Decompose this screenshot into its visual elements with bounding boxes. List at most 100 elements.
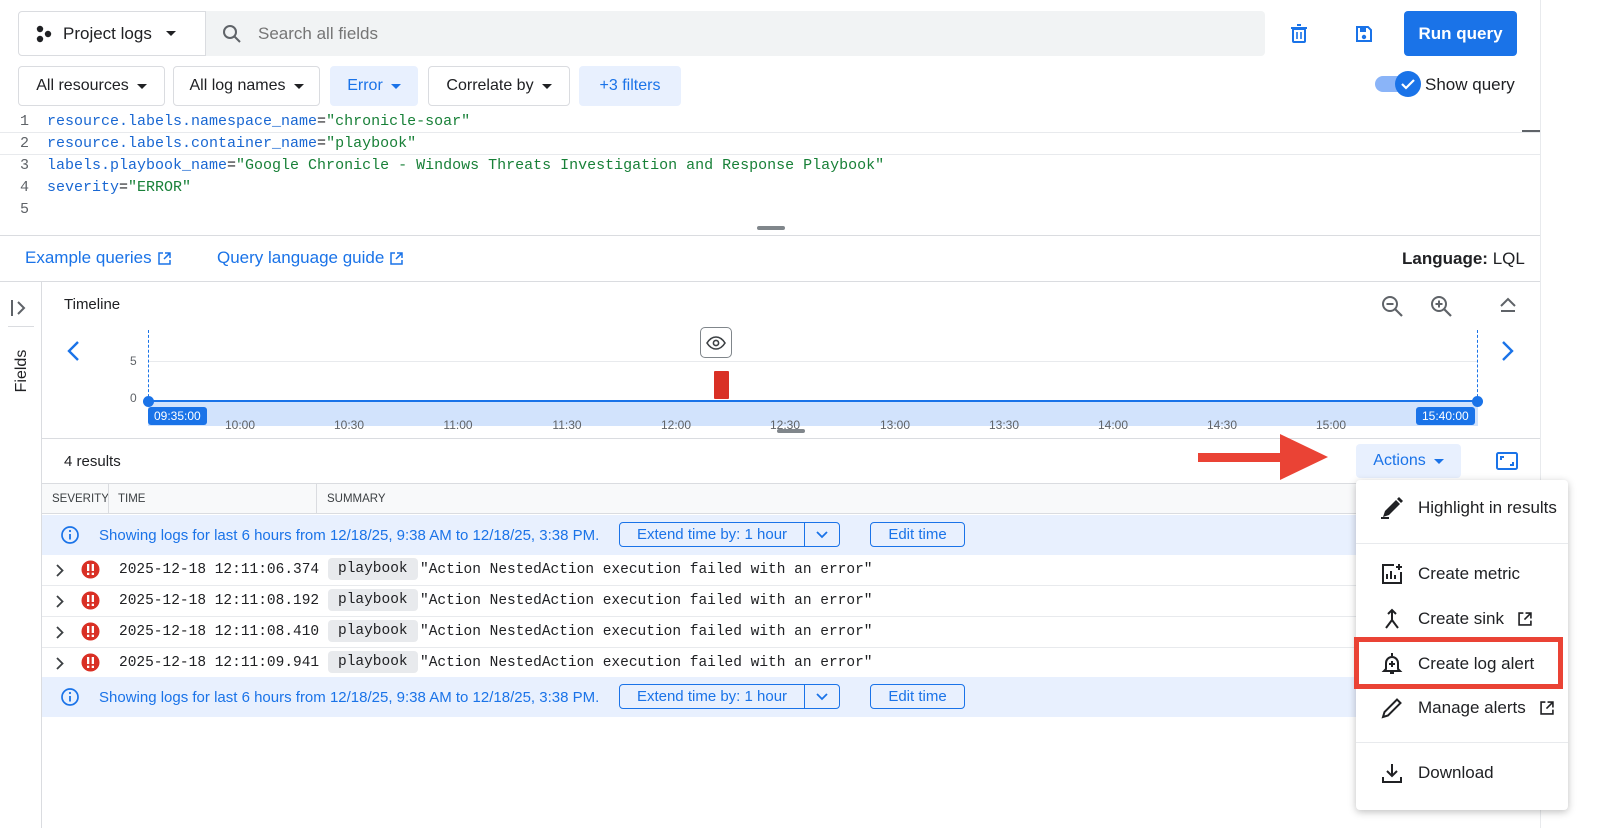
log-timestamp: 2025-12-18 12:11:09.941 <box>119 655 320 671</box>
log-tag[interactable]: playbook <box>328 651 418 673</box>
actions-button[interactable]: Actions <box>1356 444 1461 478</box>
editor-resize-handle[interactable] <box>757 226 785 230</box>
timeline-resize-handle[interactable] <box>777 429 805 433</box>
table-row[interactable]: 2025-12-18 12:11:09.941 playbook "Action… <box>42 648 1382 679</box>
log-summary: "Action NestedAction execution failed wi… <box>420 593 873 609</box>
menu-item-highlight[interactable]: Highlight in results <box>1380 496 1557 520</box>
column-header-time[interactable]: TIME <box>118 493 145 505</box>
expand-row-icon[interactable] <box>56 626 64 639</box>
zoom-out-icon[interactable] <box>1380 294 1404 318</box>
fields-sidebar[interactable]: Fields <box>0 282 42 828</box>
query-line: 1 resource.labels.namespace_name = "chroni… <box>20 113 471 130</box>
show-query-toggle[interactable] <box>1375 70 1421 97</box>
log-names-filter[interactable]: All log names <box>173 66 320 106</box>
extend-time-dropdown[interactable] <box>804 684 840 709</box>
expand-row-icon[interactable] <box>56 657 64 670</box>
collapse-timeline-icon[interactable] <box>1498 295 1518 315</box>
search-input[interactable] <box>258 23 1158 44</box>
chevron-down-icon <box>293 83 304 89</box>
chevron-down-icon <box>136 83 147 89</box>
table-row[interactable]: 2025-12-18 12:11:06.374 playbook "Action… <box>42 555 1382 586</box>
fullscreen-icon[interactable] <box>1496 452 1518 470</box>
menu-item-create-sink[interactable]: Create sink <box>1380 607 1532 631</box>
log-tag[interactable]: playbook <box>328 589 418 611</box>
error-severity-icon <box>81 560 100 579</box>
x-tick-label: 14:00 <box>1097 418 1129 432</box>
edit-time-button[interactable]: Edit time <box>870 522 965 547</box>
table-row[interactable]: 2025-12-18 12:11:08.192 playbook "Action… <box>42 586 1382 617</box>
extend-time-dropdown[interactable] <box>804 522 840 547</box>
range-start-line <box>148 330 149 402</box>
external-link-icon <box>1540 701 1554 715</box>
more-filters-button[interactable]: +3 filters <box>579 66 681 106</box>
menu-item-create-log-alert[interactable]: Create log alert <box>1380 652 1534 676</box>
pen-icon <box>1380 496 1404 520</box>
table-row[interactable]: 2025-12-18 12:11:08.410 playbook "Action… <box>42 617 1382 648</box>
check-icon <box>1395 71 1421 97</box>
pencil-icon <box>1380 696 1404 720</box>
chevron-down-icon <box>541 83 552 89</box>
query-language-guide-link[interactable]: Query language guide <box>217 248 404 268</box>
chevron-down-icon <box>816 692 828 701</box>
log-tag[interactable]: playbook <box>328 558 418 580</box>
range-start-label: 09:35:00 <box>148 407 207 425</box>
run-query-button[interactable]: Run query <box>1404 11 1517 56</box>
expand-row-icon[interactable] <box>56 564 64 577</box>
search-icon <box>222 24 242 44</box>
x-tick-label: 10:00 <box>224 418 256 432</box>
log-summary: "Action NestedAction execution failed wi… <box>420 624 873 640</box>
scope-selector[interactable]: Project logs <box>18 11 206 56</box>
menu-item-label: Create sink <box>1418 609 1504 628</box>
menu-item-label: Manage alerts <box>1418 698 1526 717</box>
extend-time-button[interactable]: Extend time by: 1 hour <box>619 684 805 709</box>
edit-time-button[interactable]: Edit time <box>870 684 965 709</box>
fields-label[interactable]: Fields <box>13 341 31 401</box>
save-icon[interactable] <box>1355 25 1373 43</box>
query-guide-label: Query language guide <box>217 248 385 267</box>
correlate-filter[interactable]: Correlate by <box>428 66 570 106</box>
range-end-handle[interactable] <box>1472 396 1483 407</box>
timeline-axis <box>148 400 1478 402</box>
error-severity-icon <box>81 591 100 610</box>
metric-icon <box>1380 562 1404 586</box>
x-tick-label: 15:00 <box>1315 418 1347 432</box>
resources-filter[interactable]: All resources <box>18 66 165 106</box>
results-count: 4 results <box>64 453 121 470</box>
error-severity-icon <box>81 653 100 672</box>
menu-item-manage-alerts[interactable]: Manage alerts <box>1380 696 1554 720</box>
menu-item-download[interactable]: Download <box>1380 761 1494 785</box>
example-queries-link[interactable]: Example queries <box>25 248 171 268</box>
divider <box>0 281 1540 282</box>
expand-row-icon[interactable] <box>56 595 64 608</box>
extend-time-button[interactable]: Extend time by: 1 hour <box>619 522 805 547</box>
chevron-down-icon <box>165 31 176 36</box>
error-severity-icon <box>81 622 100 641</box>
column-header-severity[interactable]: SEVERITY <box>52 493 109 505</box>
peek-marker[interactable] <box>700 327 732 358</box>
x-tick-label: 14:30 <box>1206 418 1238 432</box>
chevron-down-icon <box>816 530 828 539</box>
x-tick-label: 12:00 <box>660 418 692 432</box>
column-header-summary[interactable]: SUMMARY <box>327 493 386 505</box>
menu-item-create-metric[interactable]: Create metric <box>1380 562 1520 586</box>
resources-filter-label: All resources <box>36 77 129 94</box>
query-editor[interactable]: 1 resource.labels.namespace_name = "chroni… <box>0 110 1540 236</box>
info-text: Showing logs for last 6 hours from 12/18… <box>99 526 600 544</box>
info-text: Showing logs for last 6 hours from 12/18… <box>99 688 600 706</box>
range-end-line <box>1477 330 1478 402</box>
search-bar[interactable] <box>206 11 1265 56</box>
timeline-prev-icon[interactable] <box>65 340 81 362</box>
zoom-in-icon[interactable] <box>1429 294 1453 318</box>
range-start-handle[interactable] <box>143 396 154 407</box>
severity-filter[interactable]: Error <box>330 66 418 106</box>
download-icon <box>1380 761 1404 785</box>
merge-icon <box>1380 607 1404 631</box>
log-tag[interactable]: playbook <box>328 620 418 642</box>
timeline-next-icon[interactable] <box>1500 340 1516 362</box>
histogram-bar[interactable] <box>714 371 729 399</box>
project-icon <box>35 25 53 43</box>
chevron-down-icon <box>390 83 401 89</box>
delete-icon[interactable] <box>1290 24 1308 44</box>
expand-sidebar-icon[interactable] <box>10 299 30 317</box>
scrollbar-marker <box>1522 130 1540 132</box>
